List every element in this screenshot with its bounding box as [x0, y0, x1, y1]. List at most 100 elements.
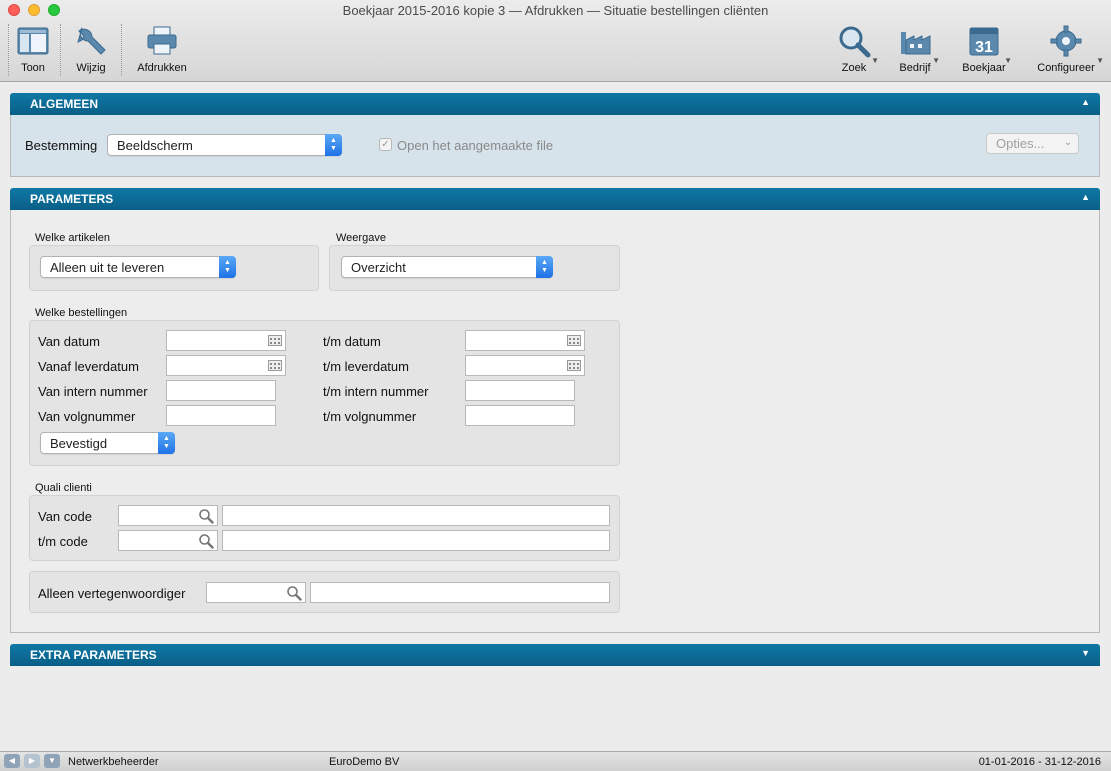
bedrijf-dropdown-icon[interactable]: ▼ — [932, 56, 940, 65]
vanaf-leverdatum-label: Vanaf leverdatum — [38, 359, 139, 374]
configureer-dropdown-icon[interactable]: ▼ — [1096, 56, 1104, 65]
toon-label: Toon — [21, 62, 45, 74]
updown-icon: ▲ ▼ — [536, 256, 553, 278]
nav-back-icon[interactable]: ◀ — [4, 754, 20, 768]
afdrukken-button[interactable]: Afdrukken — [134, 24, 190, 80]
search-icon[interactable] — [198, 508, 214, 524]
chevron-down-icon: ⌄ — [1063, 137, 1072, 148]
updown-icon: ▲ ▼ — [158, 432, 175, 454]
boekjaar-button[interactable]: 31 Boekjaar ▼ — [962, 24, 1012, 80]
quali-clienti-label: Quali clienti — [35, 482, 92, 494]
factory-icon — [901, 32, 931, 55]
van-code-description-field[interactable] — [222, 505, 610, 526]
status-bar: ◀ ▶ ▼ Netwerkbeheerder EuroDemo BV 01-01… — [0, 751, 1111, 771]
window-toolbar: Boekjaar 2015-2016 kopie 3 — Afdrukken —… — [0, 0, 1111, 82]
wrench-icon — [77, 27, 106, 55]
van-intern-nummer-field[interactable] — [166, 380, 276, 401]
algemeen-header-title: ALGEMEEN — [30, 97, 99, 111]
collapse-up-icon[interactable]: ▲ — [1081, 97, 1090, 107]
zoek-dropdown-icon[interactable]: ▼ — [871, 56, 879, 65]
zoek-button[interactable]: Zoek ▼ — [835, 24, 879, 80]
welke-artikelen-label: Welke artikelen — [35, 232, 110, 244]
bedrijf-label: Bedrijf — [899, 62, 931, 74]
van-datum-label: Van datum — [38, 334, 100, 349]
afdrukken-label: Afdrukken — [137, 62, 187, 74]
magnifier-icon — [839, 26, 871, 58]
vertegenwoordiger-description-field[interactable] — [310, 582, 610, 603]
tm-code-label: t/m code — [38, 534, 88, 549]
welke-bestellingen-label: Welke bestellingen — [35, 307, 128, 319]
view-icon — [17, 27, 49, 55]
vertegenwoordiger-label: Alleen vertegenwoordiger — [38, 586, 186, 601]
toolbar-separator — [121, 24, 122, 76]
status-value: Bevestigd — [50, 436, 108, 451]
bestemming-value: Beeldscherm — [117, 138, 193, 153]
opties-button[interactable]: Opties... ⌄ — [986, 133, 1079, 154]
open-file-checkbox[interactable]: ✓ — [379, 138, 392, 151]
bestemming-select[interactable]: Beeldscherm ▲ ▼ — [107, 134, 342, 156]
boekjaar-label: Boekjaar — [962, 62, 1006, 74]
printer-icon — [147, 26, 177, 55]
van-intern-nummer-label: Van intern nummer — [38, 384, 148, 399]
wijzig-button[interactable]: Wijzig — [72, 24, 110, 80]
status-user: Netwerkbeheerder — [68, 756, 159, 768]
search-icon[interactable] — [198, 533, 214, 549]
toolbar-separator — [60, 24, 61, 76]
calendar-day-text: 31 — [975, 39, 993, 56]
wijzig-label: Wijzig — [76, 62, 106, 74]
search-icon[interactable] — [286, 585, 302, 601]
tm-code-description-field[interactable] — [222, 530, 610, 551]
boekjaar-dropdown-icon[interactable]: ▼ — [1004, 56, 1012, 65]
tm-intern-nummer-label: t/m intern nummer — [323, 384, 429, 399]
toon-button[interactable]: Toon — [14, 24, 52, 80]
expand-down-icon[interactable]: ▼ — [1081, 648, 1090, 658]
extra-parameters-section-header[interactable]: EXTRA PARAMETERS ▼ — [10, 644, 1100, 666]
status-company: EuroDemo BV — [329, 756, 400, 768]
vertegenwoordiger-code-field[interactable] — [206, 582, 306, 603]
tm-datum-label: t/m datum — [323, 334, 381, 349]
vanaf-leverdatum-field[interactable] — [166, 355, 286, 376]
parameters-header-title: PARAMETERS — [30, 192, 114, 206]
calendar-icon[interactable] — [567, 360, 581, 371]
tm-code-field[interactable] — [118, 530, 218, 551]
status-select[interactable]: Bevestigd ▲ ▼ — [40, 432, 175, 454]
status-period: 01-01-2016 - 31-12-2016 — [978, 756, 1101, 768]
toolbar-separator — [8, 24, 9, 76]
algemeen-section-header[interactable]: ALGEMEEN ▲ — [10, 93, 1100, 115]
parameters-section-header[interactable]: PARAMETERS ▲ — [10, 188, 1100, 210]
zoek-label: Zoek — [841, 62, 867, 74]
bedrijf-button[interactable]: Bedrijf ▼ — [896, 24, 940, 80]
calendar-icon: 31 — [969, 27, 999, 56]
calendar-icon[interactable] — [268, 360, 282, 371]
updown-icon: ▲ ▼ — [219, 256, 236, 278]
tm-leverdatum-label: t/m leverdatum — [323, 359, 409, 374]
weergave-value: Overzicht — [351, 260, 406, 275]
weergave-label: Weergave — [336, 232, 386, 244]
extra-parameters-header-title: EXTRA PARAMETERS — [30, 648, 157, 662]
calendar-icon[interactable] — [567, 335, 581, 346]
configureer-label: Configureer — [1037, 62, 1095, 74]
calendar-icon[interactable] — [268, 335, 282, 346]
tm-leverdatum-field[interactable] — [465, 355, 585, 376]
van-datum-field[interactable] — [166, 330, 286, 351]
van-volgnummer-field[interactable] — [166, 405, 276, 426]
gear-icon — [1050, 25, 1082, 57]
nav-forward-icon[interactable]: ▶ — [24, 754, 40, 768]
configureer-button[interactable]: Configureer ▼ — [1036, 24, 1104, 80]
nav-down-icon[interactable]: ▼ — [44, 754, 60, 768]
weergave-select[interactable]: Overzicht ▲ ▼ — [341, 256, 553, 278]
collapse-up-icon[interactable]: ▲ — [1081, 192, 1090, 202]
opties-label: Opties... — [996, 136, 1045, 151]
welke-artikelen-select[interactable]: Alleen uit te leveren ▲ ▼ — [40, 256, 236, 278]
bestemming-label: Bestemming — [25, 138, 98, 153]
tm-intern-nummer-field[interactable] — [465, 380, 575, 401]
van-code-label: Van code — [38, 509, 92, 524]
van-code-field[interactable] — [118, 505, 218, 526]
window-title: Boekjaar 2015-2016 kopie 3 — Afdrukken —… — [342, 3, 769, 18]
tm-volgnummer-label: t/m volgnummer — [323, 409, 417, 424]
welke-artikelen-value: Alleen uit te leveren — [50, 260, 165, 275]
open-file-label: Open het aangemaakte file — [397, 138, 554, 153]
tm-datum-field[interactable] — [465, 330, 585, 351]
updown-icon: ▲ ▼ — [325, 134, 342, 156]
tm-volgnummer-field[interactable] — [465, 405, 575, 426]
